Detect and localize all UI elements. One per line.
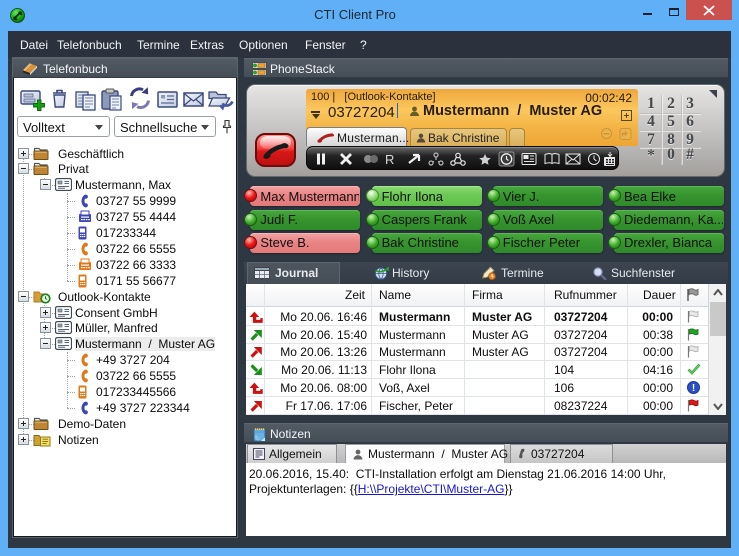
svg-text:!: !: [692, 383, 695, 394]
svg-text:R: R: [385, 152, 394, 167]
